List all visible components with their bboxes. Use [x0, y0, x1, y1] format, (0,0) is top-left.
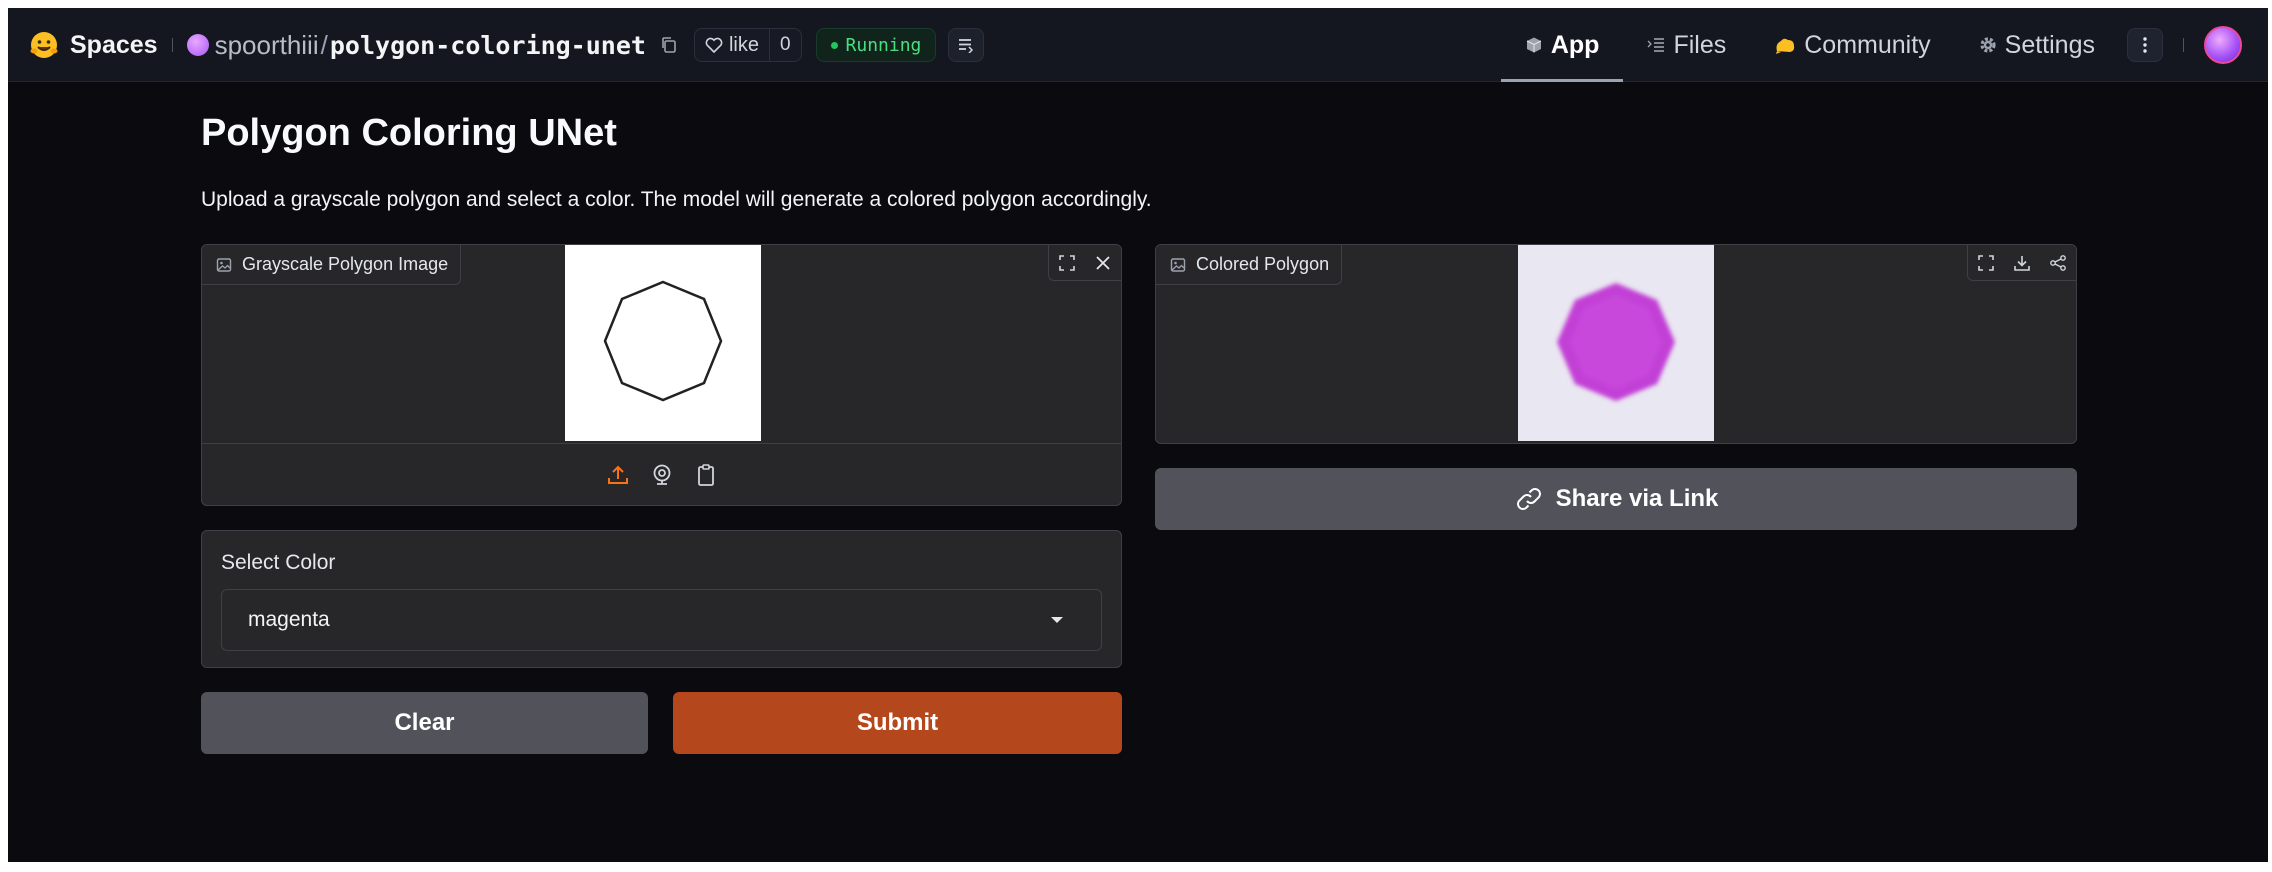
tab-files[interactable]: Files	[1623, 8, 1750, 82]
output-image-actions	[1967, 245, 2076, 281]
download-button[interactable]	[2004, 245, 2040, 281]
output-image-label: Colored Polygon	[1156, 245, 1343, 285]
input-image-label: Grayscale Polygon Image	[202, 245, 462, 285]
download-icon	[2014, 256, 2030, 271]
repo-name[interactable]: polygon-coloring-unet	[330, 31, 646, 60]
gear-icon	[1980, 37, 1996, 53]
paste-button[interactable]	[692, 461, 720, 489]
spaces-link[interactable]: Spaces	[70, 31, 158, 60]
share-icon	[2050, 255, 2066, 271]
clipboard-icon	[697, 463, 714, 486]
share-button[interactable]	[2040, 245, 2076, 281]
link-icon	[1516, 488, 1541, 510]
clear-button[interactable]: Clear	[201, 692, 648, 754]
tab-app-label: App	[1550, 30, 1600, 59]
logs-button[interactable]	[948, 28, 985, 62]
copy-icon[interactable]	[658, 34, 680, 56]
output-image-panel: Colored Polygon	[1155, 244, 2077, 444]
fullscreen-button[interactable]	[1968, 245, 2004, 281]
tab-settings-label: Settings	[2004, 30, 2095, 59]
color-dropdown-value: magenta	[248, 608, 330, 631]
page-title: Polygon Coloring UNet	[201, 112, 617, 154]
input-image-label-text: Grayscale Polygon Image	[242, 254, 449, 274]
like-count[interactable]: 0	[768, 29, 801, 61]
header-divider	[171, 38, 173, 52]
header-left: Spaces spoorthiii / polygon-coloring-une…	[28, 8, 985, 82]
webcam-button[interactable]	[648, 461, 676, 489]
upload-button[interactable]	[604, 461, 632, 489]
heart-icon	[705, 37, 723, 53]
webcam-icon	[653, 464, 670, 485]
tab-community[interactable]: Community	[1750, 8, 1954, 82]
fullscreen-icon	[1059, 255, 1075, 271]
clear-image-button[interactable]	[1085, 245, 1121, 281]
image-source-bar	[202, 443, 1121, 505]
share-via-link-label: Share via Link	[1555, 485, 1719, 512]
status-text: Running	[845, 34, 922, 56]
cube-icon	[1526, 37, 1542, 53]
status-badge[interactable]: Running	[815, 28, 937, 62]
files-icon	[1647, 38, 1665, 52]
like-label: like	[728, 33, 759, 56]
header-nav: App Files Community Settings	[1500, 8, 2268, 82]
submit-button[interactable]: Submit	[673, 692, 1122, 754]
fullscreen-icon	[1978, 255, 1994, 271]
hugging-face-logo-icon[interactable]	[28, 29, 60, 61]
image-icon	[216, 257, 232, 272]
color-select-panel: Select Color magenta	[201, 530, 1122, 668]
header-divider-right	[2183, 38, 2184, 52]
app-window: Spaces spoorthiii / polygon-coloring-une…	[8, 8, 2268, 862]
color-dropdown[interactable]: magenta	[221, 589, 1102, 651]
owner-link[interactable]: spoorthiii	[215, 30, 319, 61]
color-select-label: Select Color	[221, 551, 336, 574]
tab-settings[interactable]: Settings	[1955, 8, 2119, 82]
user-avatar[interactable]	[2204, 26, 2242, 64]
input-image-preview[interactable]	[565, 245, 761, 441]
community-icon	[1776, 38, 1795, 54]
upload-icon	[607, 465, 628, 484]
octagon-outline-image	[603, 280, 723, 402]
close-icon	[1096, 256, 1110, 270]
input-image-actions	[1048, 245, 1121, 281]
output-image-label-text: Colored Polygon	[1196, 254, 1330, 274]
caret-down-icon	[1051, 617, 1063, 623]
owner-avatar	[186, 34, 209, 56]
top-header: Spaces spoorthiii / polygon-coloring-une…	[8, 8, 2268, 82]
tab-community-label: Community	[1804, 30, 1931, 59]
path-separator: /	[320, 29, 328, 60]
tab-app[interactable]: App	[1500, 8, 1624, 82]
status-dot-icon	[830, 41, 838, 49]
page-description: Upload a grayscale polygon and select a …	[201, 188, 1152, 211]
logs-icon	[959, 39, 974, 53]
colored-octagon-image	[1557, 283, 1675, 401]
like-control: like 0	[693, 28, 802, 62]
kebab-menu-icon	[2143, 37, 2147, 53]
input-image-panel: Grayscale Polygon Image	[201, 244, 1122, 506]
image-icon	[1170, 257, 1186, 272]
share-via-link-button[interactable]: Share via Link	[1155, 468, 2077, 530]
more-options-button[interactable]	[2127, 28, 2163, 62]
tab-files-label: Files	[1673, 30, 1727, 59]
like-button[interactable]: like	[695, 29, 769, 61]
fullscreen-button[interactable]	[1049, 245, 1085, 281]
output-image-preview	[1518, 245, 1714, 441]
